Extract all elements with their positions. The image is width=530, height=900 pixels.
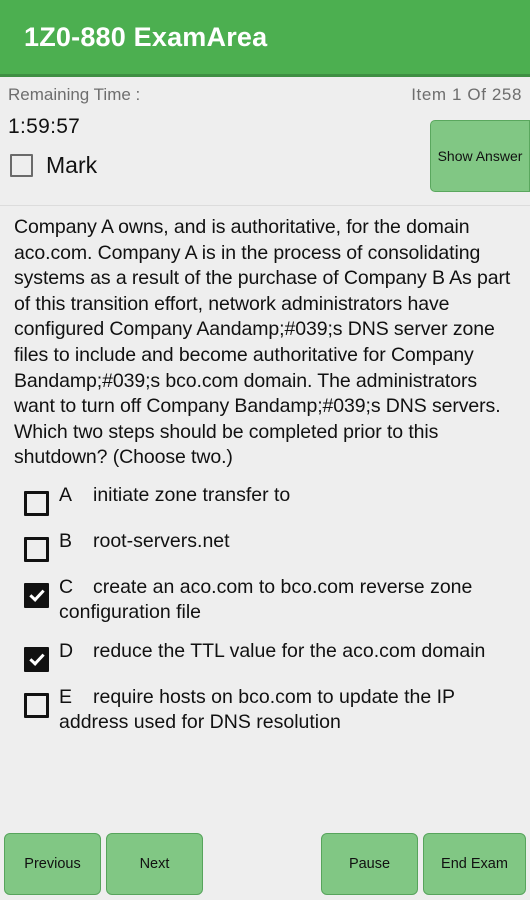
option-a-checkbox[interactable]	[24, 490, 49, 516]
option-b-letter: B	[59, 529, 73, 552]
option-e-label: require hosts on bco.com to update the I…	[59, 685, 455, 734]
remaining-time-label: Remaining Time :	[8, 85, 141, 104]
option-c-checkbox[interactable]	[24, 582, 49, 608]
pause-button[interactable]: Pause	[321, 833, 418, 895]
option-d-checkbox[interactable]	[24, 646, 49, 672]
option-c-label: create an aco.com to bco.com reverse zon…	[59, 575, 473, 624]
option-d-label: reduce the TTL value for the aco.com dom…	[93, 639, 486, 662]
mark-label: Mark	[46, 152, 98, 178]
option-e-checkbox[interactable]	[24, 692, 49, 718]
option-b-label: root-servers.net	[93, 529, 230, 552]
option-b[interactable]: Broot-servers.net	[24, 529, 520, 562]
item-counter: Item 1 Of 258	[411, 85, 522, 104]
app-bar: 1Z0-880 ExamArea	[0, 0, 530, 77]
question-text: Company A owns, and is authoritative, fo…	[14, 216, 511, 469]
status-row: Remaining Time : Item 1 Of 258	[0, 77, 530, 113]
bottom-toolbar: Previous Next Pause End Exam	[0, 828, 530, 900]
option-b-checkbox[interactable]	[24, 536, 49, 562]
next-button[interactable]: Next	[106, 833, 203, 895]
option-e[interactable]: Erequire hosts on bco.com to update the …	[24, 685, 520, 736]
options-list: Ainitiate zone transfer to Broot-servers…	[0, 483, 530, 736]
option-b-text: Broot-servers.net	[59, 529, 230, 555]
show-answer-button[interactable]: Show Answer	[430, 120, 530, 192]
previous-button[interactable]: Previous	[4, 833, 101, 895]
option-a-text: Ainitiate zone transfer to	[59, 483, 290, 509]
option-e-letter: E	[59, 685, 73, 708]
mark-checkbox-row[interactable]: Mark	[10, 154, 97, 177]
page-title: 1Z0-880 ExamArea	[24, 21, 268, 52]
option-d-text: Dreduce the TTL value for the aco.com do…	[59, 639, 485, 665]
option-c-letter: C	[59, 575, 74, 598]
option-a-label: initiate zone transfer to	[93, 483, 291, 506]
option-a-letter: A	[59, 483, 73, 506]
option-c[interactable]: Ccreate an aco.com to bco.com reverse zo…	[24, 575, 520, 626]
option-a[interactable]: Ainitiate zone transfer to	[24, 483, 520, 516]
timer-mark-zone: 1:59:57 Mark Show Answer	[0, 113, 530, 205]
timer-value: 1:59:57	[8, 115, 81, 138]
end-exam-button[interactable]: End Exam	[423, 833, 526, 895]
option-e-text: Erequire hosts on bco.com to update the …	[59, 685, 520, 736]
option-d-letter: D	[59, 639, 74, 662]
mark-checkbox[interactable]	[10, 154, 33, 177]
option-d[interactable]: Dreduce the TTL value for the aco.com do…	[24, 639, 520, 672]
option-c-text: Ccreate an aco.com to bco.com reverse zo…	[59, 575, 520, 626]
